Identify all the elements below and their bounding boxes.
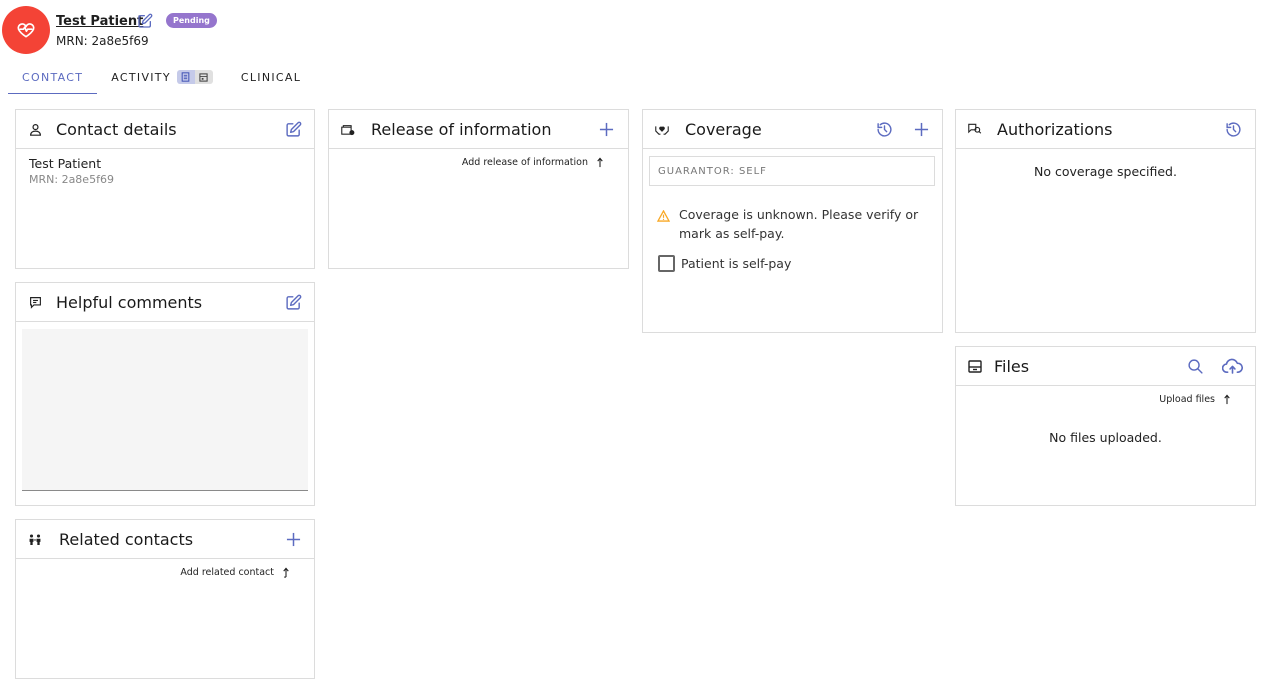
search-icon <box>1187 358 1203 374</box>
plus-icon <box>286 532 300 546</box>
checkbox-icon[interactable] <box>658 255 675 272</box>
authorizations-history-button[interactable] <box>1224 120 1242 138</box>
comment-icon <box>28 295 42 309</box>
card-header: Helpful comments <box>16 283 314 322</box>
coverage-history-button[interactable] <box>875 120 893 138</box>
patient-mrn: MRN: 2a8e5f69 <box>56 34 149 48</box>
plus-icon <box>599 122 613 136</box>
tab-bar: CONTACT ACTIVITY CLINICAL <box>8 60 315 94</box>
card-title: Files <box>994 356 1030 376</box>
self-pay-checkbox[interactable]: Patient is self-pay <box>658 255 791 272</box>
person-icon <box>28 122 42 136</box>
arrow-up-icon <box>597 157 603 168</box>
tab-label: CLINICAL <box>240 70 302 84</box>
card-header: Related contacts <box>16 520 314 559</box>
authorizations-empty: No coverage specified. <box>1034 164 1177 179</box>
release-of-information-card: Release of information Add release of in… <box>328 109 629 269</box>
status-badge: Pending <box>166 13 217 28</box>
coverage-card: Coverage GUARANTOR: SELF Coverage is unk… <box>642 109 943 333</box>
contact-details-card: Contact details Test Patient MRN: 2a8e5f… <box>15 109 315 269</box>
arrow-up-icon <box>283 567 289 578</box>
upload-label: Upload files <box>1159 394 1215 405</box>
edit-comments-button[interactable] <box>284 293 302 311</box>
add-related-contact-button[interactable] <box>284 530 302 548</box>
upload-files-link[interactable]: Upload files <box>1159 394 1231 405</box>
warning-icon <box>656 205 671 243</box>
add-related-contact-link[interactable]: Add related contact <box>180 567 290 578</box>
card-header: Release of information <box>329 110 628 149</box>
contact-name: Test Patient <box>29 156 102 171</box>
card-title: Contact details <box>56 119 177 139</box>
add-release-button[interactable] <box>597 120 615 138</box>
tab-label: ACTIVITY <box>111 70 171 84</box>
people-icon <box>28 532 42 546</box>
heart-pulse-icon <box>17 23 35 38</box>
warning-text: Coverage is unknown. Please verify or ma… <box>679 207 919 241</box>
tab-clinical[interactable]: CLINICAL <box>227 60 315 94</box>
search-files-button[interactable] <box>1186 357 1204 375</box>
edit-contact-button[interactable] <box>284 120 302 138</box>
add-release-link[interactable]: Add release of information <box>462 157 604 168</box>
edit-icon <box>285 294 301 310</box>
activity-badges <box>176 70 213 84</box>
card-header: Files <box>956 347 1255 386</box>
patient-name[interactable]: Test Patient <box>56 14 143 29</box>
authorizations-card: Authorizations No coverage specified. <box>955 109 1256 333</box>
upload-files-button[interactable] <box>1221 357 1243 375</box>
cloud-upload-icon <box>1221 358 1243 374</box>
contact-mrn: MRN: 2a8e5f69 <box>29 173 114 186</box>
files-card: Files Upload files No files uploaded. <box>955 346 1256 506</box>
plus-icon <box>914 122 928 136</box>
history-icon <box>876 121 892 137</box>
card-title: Release of information <box>371 119 552 139</box>
edit-patient-button[interactable] <box>137 13 153 29</box>
add-coverage-button[interactable] <box>912 120 930 138</box>
chat-search-icon <box>968 122 982 136</box>
edit-icon <box>285 121 301 137</box>
folder-icon <box>968 359 982 373</box>
card-title: Helpful comments <box>56 292 203 312</box>
related-contacts-card: Related contacts Add related contact <box>15 519 315 679</box>
files-empty: No files uploaded. <box>1049 430 1162 445</box>
tab-contact[interactable]: CONTACT <box>8 60 98 94</box>
add-label: Add related contact <box>180 567 274 578</box>
patient-avatar <box>2 6 50 54</box>
history-icon <box>1225 121 1241 137</box>
arrow-up-icon <box>1224 394 1230 405</box>
document-lock-icon <box>341 122 355 136</box>
edit-icon <box>138 13 153 28</box>
card-header: Authorizations <box>956 110 1255 149</box>
guarantor-field[interactable]: GUARANTOR: SELF <box>649 156 935 186</box>
card-header: Coverage <box>643 110 942 149</box>
card-header: Contact details <box>16 110 314 149</box>
comments-textarea[interactable] <box>22 329 308 491</box>
document-icon <box>176 70 195 84</box>
add-label: Add release of information <box>461 157 588 168</box>
card-title: Authorizations <box>997 119 1113 139</box>
self-pay-label: Patient is self-pay <box>681 256 792 271</box>
card-title: Coverage <box>685 119 762 139</box>
tab-label: CONTACT <box>22 70 84 84</box>
hands-heart-icon <box>655 122 669 136</box>
coverage-warning: Coverage is unknown. Please verify or ma… <box>656 205 929 243</box>
helpful-comments-card: Helpful comments <box>15 282 315 506</box>
calendar-icon <box>194 70 213 84</box>
tab-activity[interactable]: ACTIVITY <box>97 60 227 94</box>
card-title: Related contacts <box>59 529 194 549</box>
